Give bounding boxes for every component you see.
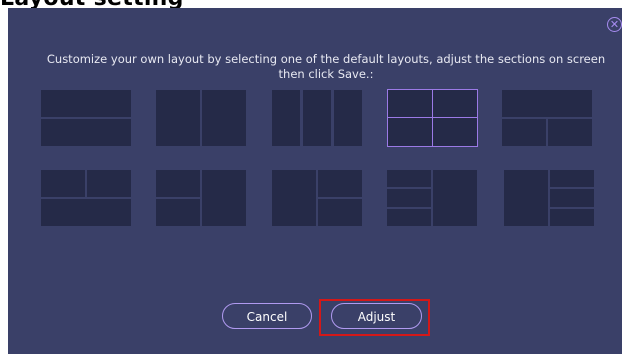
layout-pane — [387, 209, 431, 226]
cancel-button[interactable]: Cancel — [222, 303, 312, 329]
adjust-button-highlight — [319, 299, 430, 336]
layout-grid-2x2[interactable] — [387, 89, 478, 147]
layout-pane — [41, 119, 131, 146]
layout-pane — [502, 90, 592, 117]
layout-pane — [156, 170, 200, 197]
layout-pane — [202, 90, 246, 146]
instructions-text: Customize your own layout by selecting o… — [46, 52, 606, 81]
layout-left-three-right-tall[interactable] — [387, 170, 477, 226]
layout-three-columns[interactable] — [272, 90, 362, 146]
layout-pane — [41, 90, 131, 117]
layout-pane — [387, 189, 431, 207]
layout-pane — [502, 119, 546, 146]
layout-pane — [550, 170, 594, 187]
layout-left-tall-right-two[interactable] — [272, 170, 362, 226]
layout-pane — [318, 170, 362, 197]
layout-pane — [433, 170, 477, 226]
layout-pane — [334, 90, 362, 146]
layout-pane — [41, 199, 131, 226]
layout-pane — [87, 170, 131, 197]
layout-left-tall-right-three[interactable] — [504, 170, 594, 226]
layout-pane — [548, 119, 592, 146]
layout-pane — [550, 189, 594, 207]
close-icon[interactable]: ✕ — [607, 17, 622, 32]
layout-pane — [318, 199, 362, 226]
layout-pane — [550, 209, 594, 226]
layout-pane — [272, 90, 300, 146]
layout-pane — [202, 170, 246, 226]
layout-pane — [387, 117, 433, 147]
layout-pane — [432, 117, 478, 147]
layout-two-columns[interactable] — [156, 90, 246, 146]
layout-pane — [41, 170, 85, 197]
window-title-fragment: Layout setting — [0, 0, 622, 8]
layout-pane — [387, 89, 433, 118]
layout-pane — [156, 90, 200, 146]
layout-two-rows[interactable] — [41, 90, 131, 146]
layout-pane — [432, 89, 478, 118]
layout-pane — [303, 90, 331, 146]
layout-top-wide-bottom-two[interactable] — [502, 90, 592, 146]
layout-pane — [504, 170, 548, 226]
layout-pane — [272, 170, 316, 226]
layout-pane — [387, 170, 431, 187]
layout-left-two-right-tall[interactable] — [156, 170, 246, 226]
layout-dialog: ✕ Customize your own layout by selecting… — [8, 8, 622, 354]
layout-top-two-bottom-wide[interactable] — [41, 170, 131, 226]
layout-pane — [156, 199, 200, 226]
